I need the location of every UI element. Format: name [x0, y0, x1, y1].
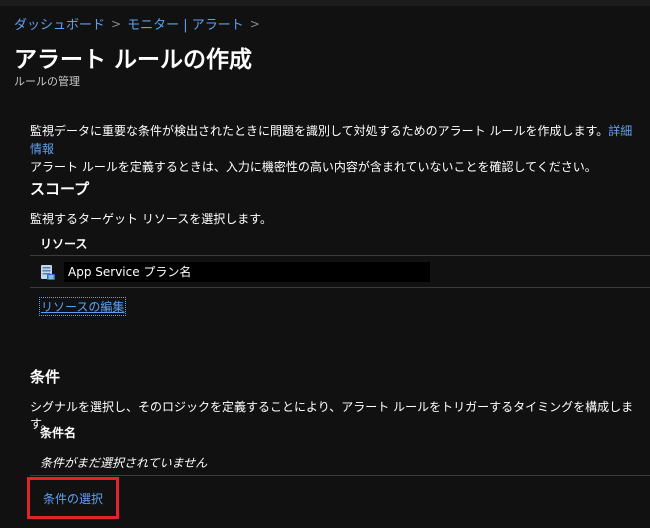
edit-resource-link[interactable]: リソースの編集: [38, 297, 127, 316]
scope-description: 監視するターゲット リソースを選択します。: [30, 212, 273, 226]
breadcrumb: ダッシュボード > モニター | アラート >: [14, 14, 260, 34]
resource-row-divider: [30, 287, 650, 288]
condition-column-header: 条件名: [40, 426, 77, 440]
page-title: アラート ルールの作成: [14, 47, 253, 73]
page-description: 監視データに重要な条件が検出されたときに問題を識別して対処するためのアラート ル…: [30, 122, 640, 176]
top-strip: [0, 0, 650, 6]
resource-table-divider: [30, 255, 650, 256]
breadcrumb-dashboard[interactable]: ダッシュボード: [14, 14, 105, 33]
page-subtitle: ルールの管理: [14, 75, 80, 88]
resource-column-header: リソース: [40, 237, 88, 251]
condition-table-divider: [30, 475, 650, 476]
select-condition-button[interactable]: 条件の選択: [27, 477, 119, 519]
breadcrumb-monitor-alerts[interactable]: モニター | アラート: [127, 14, 244, 33]
breadcrumb-separator: >: [249, 16, 260, 31]
condition-description: シグナルを選択し、そのロジックを定義することにより、アラート ルールをトリガーす…: [30, 400, 634, 431]
description-line-1: 監視データに重要な条件が検出されたときに問題を識別して対処するためのアラート ル…: [30, 124, 609, 138]
scope-section-title: スコープ: [30, 180, 90, 198]
description-line-2: アラート ルールを定義するときは、入力に機密性の高い内容が含まれていないことを確…: [30, 160, 597, 174]
select-condition-label: 条件の選択: [42, 491, 103, 506]
breadcrumb-separator: >: [111, 16, 122, 31]
app-service-plan-icon: [40, 263, 56, 281]
resource-row: App Service プラン名: [40, 262, 430, 282]
no-condition-text: 条件がまだ選択されていません: [40, 456, 208, 470]
condition-section-title: 条件: [30, 368, 61, 386]
resource-name: App Service プラン名: [64, 262, 430, 282]
